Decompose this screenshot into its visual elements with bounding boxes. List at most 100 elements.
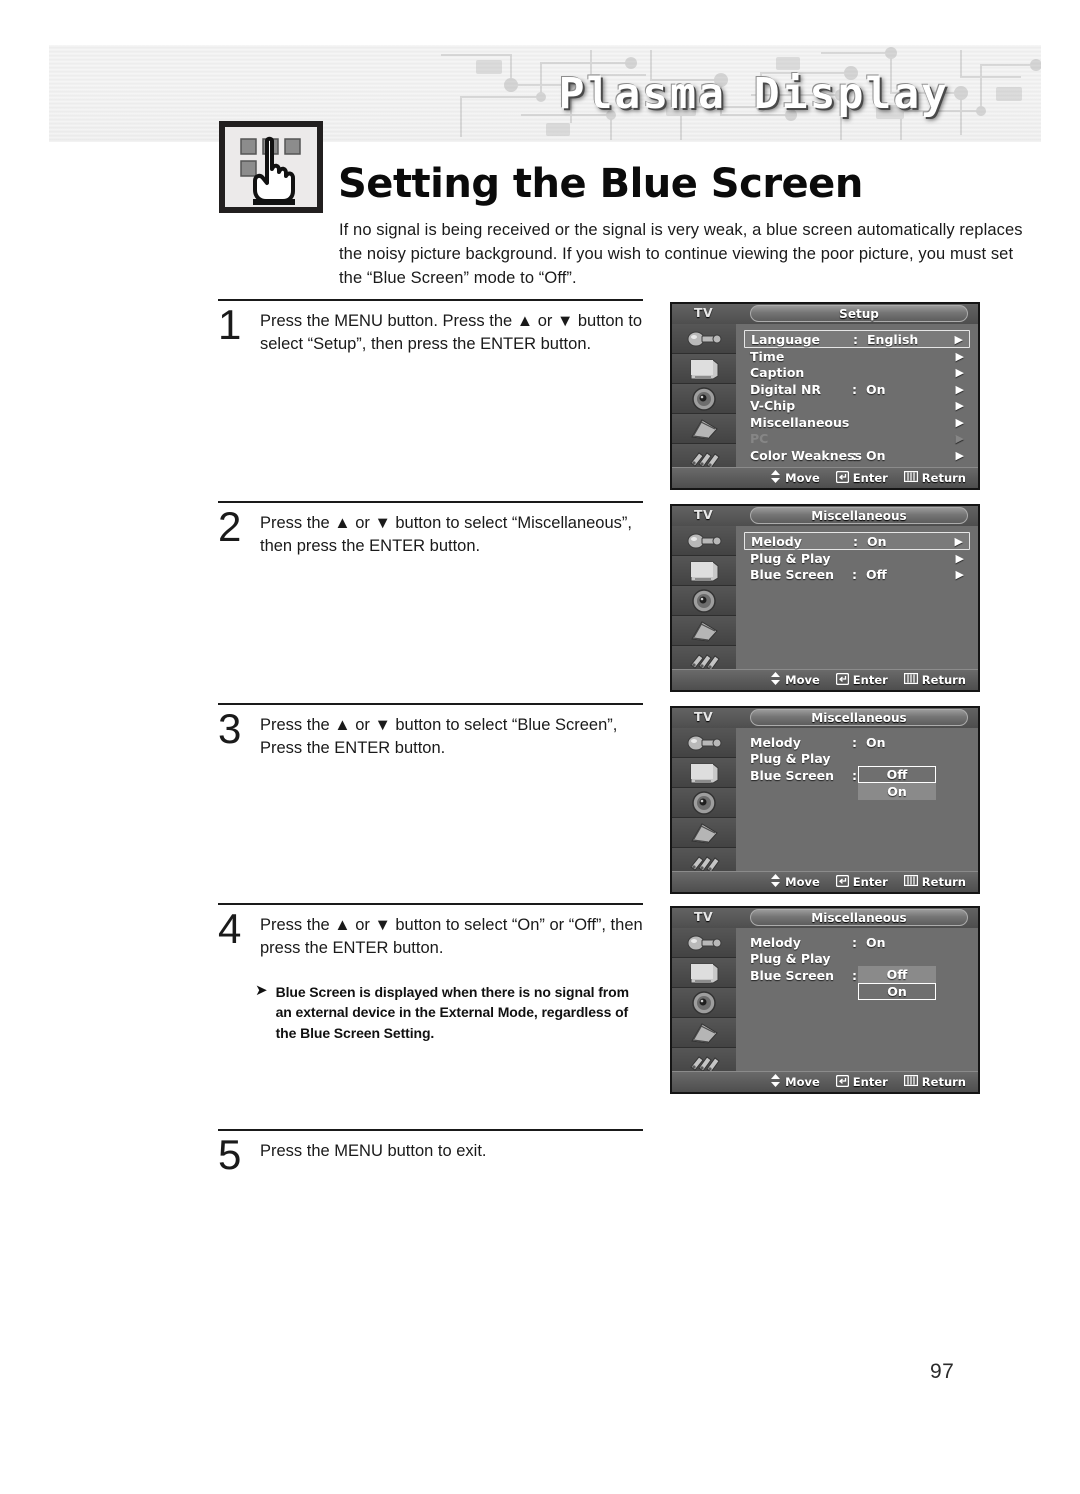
osd-hint-move: Move — [770, 470, 820, 486]
osd-hint-enter: Enter — [835, 874, 888, 890]
chevron-right-icon: ▶ — [954, 534, 963, 548]
osd-hint-enter: Enter — [835, 470, 888, 486]
osd-hint-return: Return — [903, 470, 966, 485]
osd-menu-item: PC ▶ — [744, 431, 970, 448]
osd-menu-item[interactable]: Time ▶ — [744, 348, 970, 365]
osd-hint-label: Move — [785, 673, 820, 687]
osd-menu-item[interactable]: Language: English ▶ — [744, 330, 970, 348]
osd-menu-item[interactable]: Plug & Play ▶ — [744, 550, 970, 567]
osd-menu-item[interactable]: Melody: On — [744, 934, 970, 951]
input-jack-icon[interactable] — [672, 728, 736, 758]
brand-title: Plasma Display — [558, 68, 949, 119]
chevron-right-icon: ▶ — [955, 415, 964, 429]
osd-item-label: Time — [750, 348, 785, 364]
channel-antenna-icon[interactable] — [672, 1018, 736, 1048]
picture-tv-icon[interactable] — [672, 758, 736, 788]
menu-bars-icon — [903, 1074, 918, 1089]
blue-screen-option-dropdown[interactable]: Off On — [858, 766, 936, 800]
dropdown-option[interactable]: On — [858, 983, 936, 1000]
osd-item-list: Language: English ▶ Time ▶ Caption ▶ Digital NR… — [736, 324, 978, 469]
chevron-right-icon: ▶ — [954, 332, 963, 346]
channel-antenna-icon[interactable] — [672, 616, 736, 646]
step-2: 2 Press the ▲ or ▼ button to select “Mis… — [218, 501, 643, 559]
step-1: 1 Press the MENU button. Press the ▲ or … — [218, 299, 643, 357]
osd-item-value: English — [867, 331, 919, 347]
osd-item-label: Color Weakness — [750, 447, 862, 463]
osd-hint-label: Enter — [852, 1075, 888, 1089]
osd-title-bar: TV Miscellaneous — [672, 506, 978, 527]
osd-title-bar: TV Setup — [672, 304, 978, 325]
osd-item-value: On — [866, 381, 886, 397]
osd-hint-return: Return — [903, 672, 966, 687]
osd-menu-item[interactable]: Blue Screen: — [744, 967, 970, 984]
chevron-right-icon: ▶ — [955, 448, 964, 462]
up-down-arrows-icon — [770, 672, 781, 688]
osd-menu-item[interactable]: Melody: On ▶ — [744, 532, 970, 550]
osd-body: Melody: On Plug & Play Blue Screen: Off On — [672, 928, 978, 1078]
osd-panel-3: TV Miscellaneous Melody: On Plug & Play Blue … — [670, 706, 980, 894]
dropdown-option[interactable]: On — [858, 783, 936, 800]
enter-key-icon — [835, 470, 849, 486]
osd-category-sidebar — [672, 928, 737, 1078]
input-jack-icon[interactable] — [672, 324, 736, 354]
osd-source-label: TV — [694, 305, 714, 320]
sound-speaker-icon[interactable] — [672, 988, 736, 1018]
osd-hint-bar: Move Enter Return — [672, 1071, 978, 1092]
osd-item-label: Blue Screen — [750, 767, 834, 783]
osd-menu-item[interactable]: Color Weakness: On ▶ — [744, 447, 970, 464]
input-jack-icon[interactable] — [672, 928, 736, 958]
osd-item-value: On — [867, 533, 887, 549]
picture-tv-icon[interactable] — [672, 354, 736, 384]
osd-hint-return: Return — [903, 874, 966, 889]
osd-category-sidebar — [672, 324, 737, 474]
osd-item-label: Melody — [750, 734, 801, 750]
dropdown-option[interactable]: Off — [858, 766, 936, 783]
osd-item-separator: : — [852, 934, 857, 950]
osd-source-label: TV — [694, 507, 714, 522]
osd-item-list: Melody: On Plug & Play Blue Screen: Off On — [736, 728, 978, 873]
osd-menu-title: Setup — [750, 305, 968, 322]
sound-speaker-icon[interactable] — [672, 788, 736, 818]
osd-item-label: Melody — [750, 934, 801, 950]
osd-item-value: On — [866, 934, 886, 950]
hand-pressing-button-icon — [240, 136, 301, 205]
osd-menu-item[interactable]: Plug & Play — [744, 751, 970, 768]
header-banner: Plasma Display — [49, 45, 1041, 142]
osd-item-label: Digital NR — [750, 381, 822, 397]
osd-panel-4: TV Miscellaneous Melody: On Plug & Play Blue … — [670, 906, 980, 1094]
chevron-right-icon: ▶ — [955, 551, 964, 565]
osd-menu-item[interactable]: Melody: On — [744, 734, 970, 751]
chevron-right-icon: ▶ — [955, 399, 964, 413]
osd-item-separator: : — [852, 967, 857, 983]
osd-source-label: TV — [694, 909, 714, 924]
osd-item-separator: : — [853, 331, 858, 347]
channel-antenna-icon[interactable] — [672, 818, 736, 848]
step-3: 3 Press the ▲ or ▼ button to select “Blu… — [218, 703, 643, 761]
osd-hint-bar: Move Enter Return — [672, 467, 978, 488]
osd-menu-item[interactable]: Blue Screen: — [744, 767, 970, 784]
step-text: Press the ▲ or ▼ button to select “Misce… — [260, 514, 632, 556]
dropdown-option[interactable]: Off — [858, 966, 936, 983]
chevron-right-icon: ▶ — [955, 349, 964, 363]
osd-menu-item[interactable]: Caption ▶ — [744, 365, 970, 382]
osd-menu-item[interactable]: Digital NR: On ▶ — [744, 381, 970, 398]
picture-tv-icon[interactable] — [672, 958, 736, 988]
osd-item-label: Caption — [750, 365, 805, 381]
osd-item-separator: : — [852, 567, 857, 583]
menu-bars-icon — [903, 874, 918, 889]
osd-menu-item[interactable]: Miscellaneous ▶ — [744, 414, 970, 431]
picture-tv-icon[interactable] — [672, 556, 736, 586]
sound-speaker-icon[interactable] — [672, 586, 736, 616]
osd-hint-label: Return — [921, 1075, 966, 1089]
osd-hint-label: Enter — [852, 875, 888, 889]
channel-antenna-icon[interactable] — [672, 414, 736, 444]
osd-menu-item[interactable]: Plug & Play — [744, 951, 970, 968]
input-jack-icon[interactable] — [672, 526, 736, 556]
osd-item-separator: : — [852, 447, 857, 463]
intro-paragraph: If no signal is being received or the si… — [339, 220, 1023, 288]
up-down-arrows-icon — [770, 470, 781, 486]
osd-menu-item[interactable]: Blue Screen: Off ▶ — [744, 567, 970, 584]
osd-menu-item[interactable]: V-Chip ▶ — [744, 398, 970, 415]
blue-screen-option-dropdown[interactable]: Off On — [858, 966, 936, 1000]
sound-speaker-icon[interactable] — [672, 384, 736, 414]
